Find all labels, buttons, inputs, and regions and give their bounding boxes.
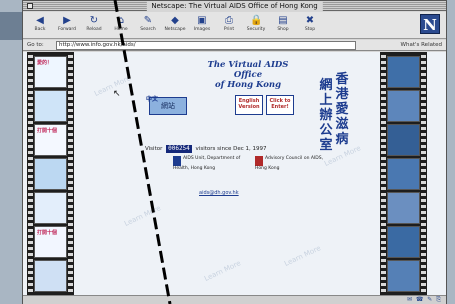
background-watermark: Learn More bbox=[203, 259, 243, 283]
left-film-strip: 愛的！ 打開十個 打開十個 bbox=[27, 52, 74, 295]
netscape-icon: ◆ bbox=[171, 15, 179, 26]
reload-button[interactable]: ↻ Reload bbox=[81, 14, 107, 37]
window-title: Netscape: The Virtual AIDS Office of Hon… bbox=[146, 1, 323, 11]
film-frame[interactable] bbox=[34, 90, 67, 122]
stop-button[interactable]: ✖ Stop bbox=[297, 14, 323, 37]
advisory-council-logo[interactable]: Advisory Council on AIDS, Hong Kong bbox=[255, 156, 323, 172]
click-to-enter-button[interactable]: Click to Enter! bbox=[266, 95, 294, 115]
forward-button[interactable]: ▶ Forward bbox=[54, 14, 80, 37]
film-frame[interactable] bbox=[387, 124, 420, 156]
film-frame[interactable]: 愛的！ bbox=[34, 56, 67, 88]
background-watermark: Learn More bbox=[123, 204, 163, 228]
print-icon: ⎙ bbox=[225, 15, 233, 26]
forward-arrow-icon: ▶ bbox=[63, 15, 71, 26]
stop-icon: ✖ bbox=[305, 15, 315, 26]
close-box-icon[interactable] bbox=[27, 3, 33, 9]
film-frame[interactable] bbox=[387, 158, 420, 190]
title-bar[interactable]: Netscape: The Virtual AIDS Office of Hon… bbox=[23, 1, 446, 11]
right-film-strip bbox=[380, 52, 427, 295]
visitor-counter: Visitor 006254 visitors since Dec 1, 199… bbox=[145, 145, 267, 153]
aids-unit-logo[interactable]: AIDS Unit, Department of Health, Hong Ko… bbox=[173, 156, 247, 172]
film-frame[interactable] bbox=[34, 192, 67, 224]
english-version-button[interactable]: English Version bbox=[235, 95, 263, 115]
film-frame[interactable] bbox=[387, 260, 420, 292]
film-frame[interactable] bbox=[387, 56, 420, 88]
shop-button[interactable]: ▤ Shop bbox=[270, 14, 296, 37]
film-perforation bbox=[421, 52, 426, 295]
film-frame[interactable] bbox=[387, 90, 420, 122]
search-icon: ✎ bbox=[143, 15, 153, 26]
security-lock-icon: 🔒 bbox=[250, 15, 263, 26]
background-watermark: Learn More bbox=[283, 244, 323, 268]
film-frame[interactable] bbox=[387, 192, 420, 224]
film-frame[interactable] bbox=[34, 158, 67, 190]
chinese-title-left: 網上辦公室 bbox=[319, 78, 333, 153]
security-button[interactable]: 🔒 Security bbox=[243, 14, 269, 37]
page-content: Learn More Learn More Learn More Learn M… bbox=[23, 52, 446, 295]
advisory-council-logo-icon bbox=[255, 156, 263, 166]
back-button[interactable]: ◀ Back bbox=[27, 14, 53, 37]
film-perforation bbox=[28, 52, 33, 295]
film-frame[interactable] bbox=[387, 226, 420, 258]
chinese-version-button[interactable]: 中文 網站 bbox=[146, 96, 187, 115]
whats-related-button[interactable]: What's Related bbox=[401, 41, 442, 50]
images-icon: ▣ bbox=[197, 15, 207, 26]
location-label: Go to: bbox=[27, 42, 44, 48]
reload-icon: ↻ bbox=[89, 15, 99, 26]
netscape-button[interactable]: ◆ Netscape bbox=[162, 14, 188, 37]
netscape-logo[interactable]: N bbox=[420, 14, 440, 34]
mouse-cursor-icon: ↖ bbox=[113, 89, 121, 99]
browser-window: Netscape: The Virtual AIDS Office of Hon… bbox=[22, 0, 447, 304]
contact-email-link[interactable]: aids@dh.gov.hk bbox=[199, 190, 239, 196]
print-button[interactable]: ⎙ Print bbox=[216, 14, 242, 37]
search-button[interactable]: ✎ Search bbox=[135, 14, 161, 37]
url-field[interactable]: http://www.info.gov.hk/aids/ bbox=[56, 41, 356, 50]
chinese-title-right: 香港愛滋病 bbox=[335, 72, 349, 147]
shop-icon: ▤ bbox=[278, 15, 288, 26]
back-arrow-icon: ◀ bbox=[36, 15, 44, 26]
home-button[interactable]: ⌂ Home bbox=[108, 14, 134, 37]
film-frame[interactable]: 打開十個 bbox=[34, 226, 67, 258]
film-frame[interactable] bbox=[34, 260, 67, 292]
component-bar-icon[interactable]: ✉ ☎ ✎ ⎘ bbox=[407, 296, 442, 304]
navigation-toolbar: ◀ Back ▶ Forward ↻ Reload ⌂ Home ✎ Search ◆ Ne… bbox=[23, 12, 446, 39]
home-icon: ⌂ bbox=[117, 15, 125, 26]
film-perforation bbox=[381, 52, 386, 295]
desktop-folder-tab[interactable] bbox=[0, 12, 24, 40]
location-bar: Go to: http://www.info.gov.hk/aids/ What… bbox=[23, 40, 446, 51]
images-button[interactable]: ▣ Images bbox=[189, 14, 215, 37]
aids-unit-logo-icon bbox=[173, 156, 181, 166]
film-frame[interactable]: 打開十個 bbox=[34, 124, 67, 156]
status-bar: ✉ ☎ ✎ ⎘ bbox=[23, 295, 446, 304]
page-title: The Virtual AIDS Office of Hong Kong bbox=[207, 60, 289, 90]
film-perforation bbox=[68, 52, 73, 295]
counter-digits: 006254 bbox=[166, 145, 192, 153]
